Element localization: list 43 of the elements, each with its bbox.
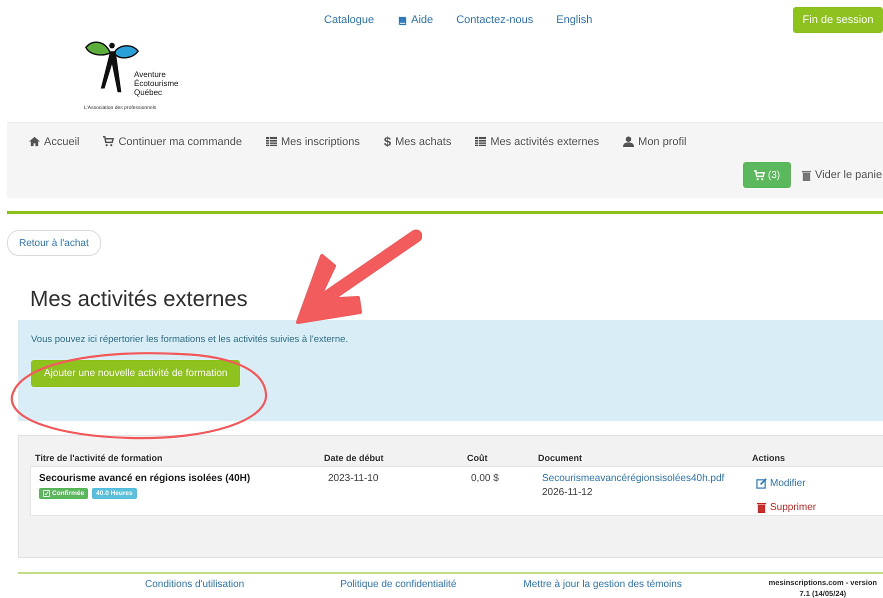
book-icon (397, 14, 408, 26)
cart-button[interactable]: (3) (743, 162, 791, 188)
nav-link[interactable]: Accueil (29, 134, 80, 149)
trash-icon (801, 170, 812, 180)
footer-link[interactable]: Politique de confidentialité (340, 579, 456, 590)
back-button[interactable]: Retour à l'achat (7, 230, 101, 256)
user-icon (623, 136, 634, 147)
activity-title: Secourisme avancé en régions isolées (40H) (39, 473, 252, 484)
nav-link[interactable]: Mes inscriptions (266, 134, 360, 149)
nav-link[interactable]: $ Mes achats (384, 134, 452, 149)
column-header: Titre de l'activité de formation (34, 453, 164, 465)
trash-icon (756, 502, 767, 513)
nav-link[interactable]: Continuer ma commande (103, 134, 242, 149)
home-icon (29, 136, 40, 147)
table-cell-text: 0,00 $ (470, 473, 500, 486)
table-cell-text: 2023-11-10 (327, 473, 380, 486)
cart-icon (103, 136, 114, 147)
header-link[interactable]: English (556, 14, 592, 26)
column-header: Actions (751, 453, 786, 465)
delete-link[interactable]: Supprimer (756, 502, 816, 513)
page-title: Mes activités externes (30, 286, 249, 312)
nav-link[interactable]: Mon profil (623, 134, 686, 149)
footer-link[interactable]: Mettre à jour la gestion des témoins (523, 579, 682, 590)
header-link[interactable]: Aide (397, 14, 434, 26)
info-text: Vous pouvez ici répertorier les formations et les activités suivies à l'externe. (31, 334, 350, 345)
header-link[interactable]: Catalogue (324, 14, 374, 26)
list-icon (475, 136, 486, 147)
column-header: Coût (466, 453, 488, 465)
column-header: Document (537, 453, 584, 465)
logo-text: Aventure Écotourisme Québec (134, 70, 178, 97)
empty-cart-link[interactable]: Vider le panie (801, 169, 882, 181)
column-header: Date de début (323, 453, 385, 465)
nav-link[interactable]: Mes activités externes (475, 134, 600, 149)
list-icon (266, 136, 277, 147)
dollar-icon: $ (384, 134, 392, 149)
footer-link[interactable]: Conditions d'utilisation (145, 579, 244, 590)
document-date: 2026-11-12 (542, 487, 594, 498)
cart-icon (754, 170, 765, 180)
document-link[interactable]: Secourismeavancérégionsisolées40h.pdf (542, 473, 724, 484)
check-icon (43, 490, 50, 497)
edit-icon (756, 478, 767, 489)
header-link[interactable]: Contactez-nous (456, 14, 534, 26)
edit-link[interactable]: Modifier (756, 478, 806, 489)
